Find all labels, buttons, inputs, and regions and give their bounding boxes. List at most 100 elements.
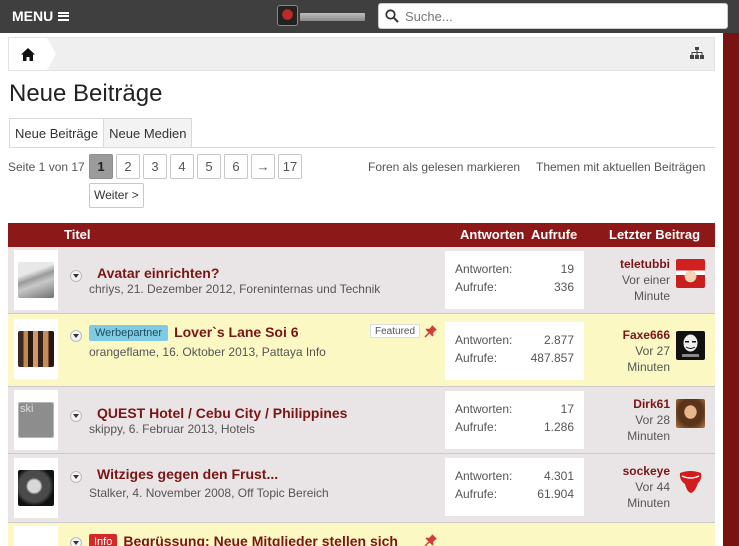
menu-button[interactable]: MENU	[12, 8, 70, 24]
prefix-badge[interactable]: Werbepartner	[89, 325, 169, 341]
thread-title[interactable]: Begrüssung: Neue Mitglieder stellen sich	[123, 533, 398, 546]
search-box[interactable]	[378, 3, 728, 29]
replies-count: 17	[560, 402, 574, 416]
prefix-badge[interactable]: Info	[89, 534, 118, 546]
thread-author-link[interactable]: orangeflame	[89, 345, 156, 359]
tab-new-media[interactable]: Neue Medien	[103, 118, 193, 148]
rolling-stones-tongue-avatar[interactable]	[676, 466, 705, 495]
thread-meta: chriys, 21. Dezember 2012, Foreninternas…	[89, 282, 381, 296]
thread-forum-link[interactable]: Off Topic Bereich	[238, 486, 329, 500]
last-post-user[interactable]: Dirk61	[608, 396, 670, 412]
thread-stats: Antworten: 19 Aufrufe: 336	[445, 251, 584, 309]
thread-stats: Antworten: 4.301 Aufrufe: 61.904	[445, 458, 584, 516]
views-count: 336	[553, 280, 574, 294]
avatar[interactable]	[18, 262, 54, 298]
anonymous-mask-avatar[interactable]	[676, 331, 705, 360]
thread-author-link[interactable]: chriys	[89, 282, 120, 296]
user-avatar[interactable]	[277, 5, 298, 26]
avatar[interactable]	[18, 331, 54, 367]
last-post-time[interactable]: Vor einer Minute	[608, 272, 670, 304]
replies-count: 4.301	[543, 469, 574, 483]
views-label: Aufrufe:	[455, 420, 498, 434]
page-link-17[interactable]: 17	[278, 154, 302, 179]
page-jump-arrow[interactable]: →	[251, 154, 275, 179]
avatar[interactable]: ski	[18, 402, 54, 438]
page-content: Neue Beiträge Neue Beiträge Neue Medien …	[0, 33, 723, 546]
thread-forum-link[interactable]: Hotels	[221, 422, 255, 436]
expand-toggle-icon[interactable]	[70, 410, 82, 422]
active-threads-link[interactable]: Themen mit aktuellen Beiträgen	[536, 160, 705, 174]
thread-forum-link[interactable]: Pattaya Info	[262, 345, 326, 359]
thread-title-line: Info Begrüssung: Neue Mitglieder stellen …	[89, 533, 398, 546]
page-link-1[interactable]: 1	[89, 154, 113, 179]
column-title[interactable]: Titel	[64, 227, 91, 242]
woman-avatar[interactable]	[676, 399, 705, 428]
views-label: Aufrufe:	[455, 351, 498, 365]
last-post-user[interactable]: Faxe666	[608, 327, 670, 343]
page-background-right	[723, 33, 739, 546]
page-title: Neue Beiträge	[9, 80, 163, 107]
thread-title[interactable]: Avatar einrichten?	[97, 265, 219, 281]
replies-label: Antworten:	[455, 469, 513, 483]
views-count: 1.286	[543, 420, 574, 434]
last-post-info: Faxe666 Vor 27 Minuten	[608, 327, 670, 375]
views-count: 487.857	[530, 351, 574, 365]
broken-image-alt: ski	[20, 403, 34, 415]
page-link-6[interactable]: 6	[224, 154, 248, 179]
thread-title[interactable]: Witziges gegen den Frust...	[97, 466, 278, 482]
thread-row: Info Begrüssung: Neue Mitglieder stellen …	[8, 523, 715, 546]
last-post-user[interactable]: teletubbi	[608, 256, 670, 272]
sitemap-icon[interactable]	[690, 47, 704, 59]
menu-label: MENU	[12, 8, 54, 24]
views-label: Aufrufe:	[455, 487, 498, 501]
thread-avatar-frame	[14, 458, 58, 518]
thread-stats: Antworten: 2.877 Aufrufe: 487.857	[445, 322, 584, 380]
last-post-user[interactable]: sockeye	[608, 463, 670, 479]
page-link-5[interactable]: 5	[197, 154, 221, 179]
last-post-info: Dirk61 Vor 28 Minuten	[608, 396, 670, 444]
thread-title[interactable]: Lover`s Lane Soi 6	[174, 324, 298, 340]
column-last-post[interactable]: Letzter Beitrag	[609, 227, 700, 242]
pin-icon	[424, 534, 437, 546]
column-views[interactable]: Aufrufe	[531, 227, 577, 242]
thread-date: 16. Oktober 2013	[162, 345, 256, 359]
last-post-time[interactable]: Vor 44 Minuten	[608, 479, 670, 511]
mask-icon	[682, 334, 699, 357]
thread-avatar-frame	[14, 526, 58, 546]
last-post-info: teletubbi Vor einer Minute	[608, 256, 670, 304]
home-breadcrumb[interactable]	[9, 38, 56, 70]
search-input[interactable]	[405, 8, 705, 24]
column-replies[interactable]: Antworten	[460, 227, 524, 242]
thread-meta: orangeflame, 16. Oktober 2013, Pattaya I…	[89, 345, 326, 359]
thread-meta: Stalker, 4. November 2008, Off Topic Ber…	[89, 486, 329, 500]
thread-author-link[interactable]: Stalker	[89, 486, 126, 500]
replies-label: Antworten:	[455, 333, 513, 347]
thread-row: ski QUEST Hotel / Cebu City / Philippine…	[8, 387, 715, 454]
thread-author-link[interactable]: skippy	[89, 422, 122, 436]
page-link-3[interactable]: 3	[143, 154, 167, 179]
user-name-bar[interactable]	[300, 13, 365, 21]
last-post-time[interactable]: Vor 27 Minuten	[608, 343, 670, 375]
avatar[interactable]	[18, 470, 54, 506]
last-post-time[interactable]: Vor 28 Minuten	[608, 412, 670, 444]
views-count: 61.904	[537, 487, 574, 501]
top-bar: MENU	[0, 0, 739, 33]
santa-avatar[interactable]	[676, 259, 705, 288]
thread-avatar-frame	[14, 319, 58, 379]
thread-row: Werbepartner Lover`s Lane Soi 6 Featured …	[8, 314, 715, 387]
expand-toggle-icon[interactable]	[70, 330, 82, 342]
thread-avatar-frame	[14, 250, 58, 310]
thread-title[interactable]: QUEST Hotel / Cebu City / Philippines	[97, 405, 347, 421]
replies-count: 19	[560, 262, 574, 276]
featured-badge: Featured	[370, 324, 421, 338]
next-page-button[interactable]: Weiter >	[89, 183, 144, 208]
tab-divider	[9, 147, 715, 148]
page-link-4[interactable]: 4	[170, 154, 194, 179]
tab-new-posts[interactable]: Neue Beiträge	[9, 118, 105, 148]
expand-toggle-icon[interactable]	[70, 471, 82, 483]
expand-toggle-icon[interactable]	[70, 537, 82, 546]
mark-forums-read-link[interactable]: Foren als gelesen markieren	[368, 160, 520, 174]
thread-forum-link[interactable]: Foreninternas und Technik	[239, 282, 380, 296]
expand-toggle-icon[interactable]	[70, 270, 82, 282]
page-link-2[interactable]: 2	[116, 154, 140, 179]
